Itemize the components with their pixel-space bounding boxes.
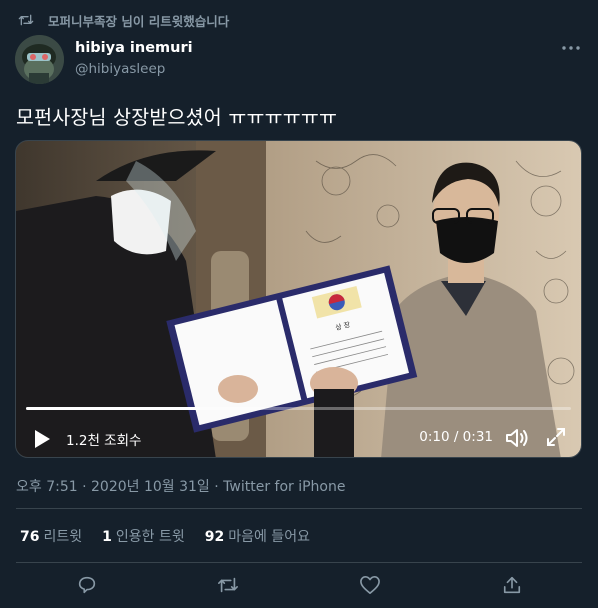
play-icon[interactable]	[32, 428, 52, 450]
more-options-icon[interactable]	[560, 40, 582, 56]
like-count[interactable]: 92 마음에 들어요	[205, 526, 310, 546]
volume-icon[interactable]	[504, 426, 530, 450]
retweet-icon[interactable]	[215, 572, 241, 598]
tweet-meta[interactable]: 오후 7:51 · 2020년 10월 31일 · Twitter for iP…	[16, 476, 345, 496]
share-icon[interactable]	[499, 572, 525, 598]
retweet-icon	[18, 13, 34, 27]
video-time: 0:10 / 0:31	[419, 429, 493, 445]
tweet-actions	[0, 572, 598, 598]
video-view-count: 1.2천 조회수	[66, 433, 142, 449]
retweet-banner-text: 모퍼니부족장 님이 리트윗했습니다	[48, 13, 230, 29]
tweet-text: 모펀사장님 상장받으셨어 ㅠㅠㅠㅠㅠㅠ	[16, 106, 338, 129]
reply-icon[interactable]	[74, 572, 100, 598]
divider	[16, 508, 582, 509]
video-player[interactable]: 상 장 1.2천 조회수 0:10 / 0:31	[15, 140, 582, 458]
like-icon[interactable]	[357, 572, 383, 598]
quote-tweet-count[interactable]: 1 인용한 트윗	[102, 526, 185, 546]
retweet-banner[interactable]: 모퍼니부족장 님이 리트윗했습니다	[18, 10, 229, 30]
retweet-count[interactable]: 76 리트윗	[20, 526, 82, 546]
tweet-stats: 76 리트윗 1 인용한 트윗 92 마음에 들어요	[20, 526, 310, 546]
video-progress-fill	[26, 407, 201, 410]
video-frame: 상 장	[16, 141, 581, 457]
video-progress-bar[interactable]	[26, 407, 571, 410]
fullscreen-icon[interactable]	[545, 426, 567, 448]
author-handle[interactable]: @hibiyasleep	[75, 61, 165, 77]
avatar[interactable]	[15, 35, 64, 84]
divider	[16, 562, 582, 563]
author-display-name[interactable]: hibiya inemuri	[75, 40, 193, 56]
